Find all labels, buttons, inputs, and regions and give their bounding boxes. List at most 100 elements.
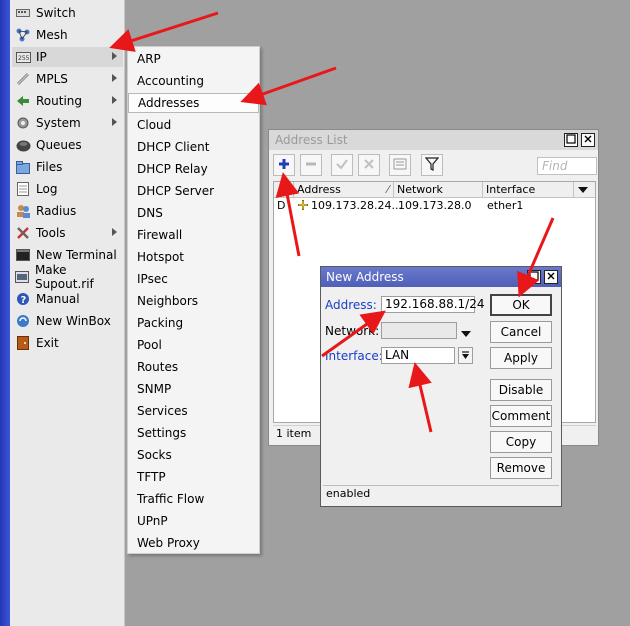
- filter-icon: [424, 156, 440, 174]
- submenu-item-hotspot[interactable]: Hotspot: [128, 247, 259, 267]
- submenu-item-routes[interactable]: Routes: [128, 357, 259, 377]
- sidebar-item-queues[interactable]: Queues: [12, 135, 123, 155]
- sidebar-item-label: IP: [36, 50, 47, 64]
- submenu-item-pool[interactable]: Pool: [128, 335, 259, 355]
- column-header-network[interactable]: Network: [394, 182, 483, 198]
- sidebar-item-label: Switch: [36, 6, 76, 20]
- address-field[interactable]: 192.168.88.1/24: [381, 296, 484, 313]
- submenu-item-label: Addresses: [138, 96, 200, 110]
- submenu-item-accounting[interactable]: Accounting: [128, 71, 259, 91]
- flag-column-header[interactable]: [274, 182, 294, 198]
- cancel-button[interactable]: Cancel: [490, 321, 552, 343]
- submenu-arrow-icon: [112, 74, 117, 82]
- dialog-title: New Address: [326, 270, 404, 284]
- disable-button[interactable]: Disable: [490, 379, 552, 401]
- sidebar-item-log[interactable]: Log: [12, 179, 123, 199]
- address-list-titlebar[interactable]: Address List: [269, 130, 598, 150]
- submenu-item-dns[interactable]: DNS: [128, 203, 259, 223]
- submenu-item-tftp[interactable]: TFTP: [128, 467, 259, 487]
- add-button[interactable]: [273, 154, 295, 176]
- submenu-item-dhcp-relay[interactable]: DHCP Relay: [128, 159, 259, 179]
- submenu-item-dhcp-client[interactable]: DHCP Client: [128, 137, 259, 157]
- submenu-item-packing[interactable]: Packing: [128, 313, 259, 333]
- submenu-item-firewall[interactable]: Firewall: [128, 225, 259, 245]
- sidebar-item-new-winbox[interactable]: New WinBox: [12, 311, 123, 331]
- new-address-titlebar[interactable]: New Address: [321, 267, 561, 287]
- close-button[interactable]: [544, 270, 558, 284]
- table-row[interactable]: D 109.173.28.24... 109.173.28.0 ether1: [274, 199, 595, 214]
- address-plus-icon: [297, 199, 309, 215]
- find-input[interactable]: Find: [537, 157, 597, 175]
- column-header-interface[interactable]: Interface: [483, 182, 574, 198]
- remove-button[interactable]: [300, 154, 322, 176]
- comment-button[interactable]: [389, 154, 411, 176]
- network-label: Network:: [325, 324, 380, 338]
- sidebar-item-make-supout[interactable]: Make Supout.rif: [12, 263, 123, 291]
- close-button[interactable]: [581, 133, 595, 147]
- sidebar-item-routing[interactable]: Routing: [12, 91, 123, 111]
- disable-button[interactable]: [358, 154, 380, 176]
- submenu-item-ipsec[interactable]: IPsec: [128, 269, 259, 289]
- maximize-button[interactable]: [564, 133, 578, 147]
- interface-dropdown-button[interactable]: [458, 347, 473, 364]
- submenu-item-addresses[interactable]: Addresses: [128, 93, 259, 113]
- sidebar-item-system[interactable]: System: [12, 113, 123, 133]
- submenu-item-socks[interactable]: Socks: [128, 445, 259, 465]
- submenu-item-arp[interactable]: ARP: [128, 49, 259, 69]
- comment-button[interactable]: Comment: [490, 405, 552, 427]
- sidebar-item-files[interactable]: Files: [12, 157, 123, 177]
- submenu-item-neighbors[interactable]: Neighbors: [128, 291, 259, 311]
- submenu-item-label: DHCP Relay: [137, 162, 208, 176]
- routing-icon: [15, 94, 31, 108]
- sidebar-item-tools[interactable]: Tools: [12, 223, 123, 243]
- sidebar-item-ip[interactable]: 255 IP: [12, 47, 123, 67]
- sidebar-item-mesh[interactable]: Mesh: [12, 25, 123, 45]
- filter-button[interactable]: [421, 154, 443, 176]
- sidebar-item-switch[interactable]: Switch: [12, 3, 123, 23]
- submenu-item-web-proxy[interactable]: Web Proxy: [128, 533, 259, 553]
- sidebar-item-label: Mesh: [36, 28, 68, 42]
- ip-icon: 255: [15, 50, 31, 64]
- row-interface: ether1: [487, 199, 524, 212]
- submenu-item-settings[interactable]: Settings: [128, 423, 259, 443]
- submenu-item-label: Cloud: [137, 118, 172, 132]
- table-header: Address ⁄ Network Interface: [274, 182, 595, 198]
- network-dropdown-icon[interactable]: [460, 327, 472, 341]
- sidebar-item-radius[interactable]: Radius: [12, 201, 123, 221]
- column-chooser[interactable]: [574, 182, 595, 198]
- network-field[interactable]: [381, 322, 457, 339]
- queues-icon: [15, 138, 31, 152]
- sidebar-item-new-terminal[interactable]: New Terminal: [12, 245, 123, 265]
- sidebar-item-mpls[interactable]: MPLS: [12, 69, 123, 89]
- submenu-item-cloud[interactable]: Cloud: [128, 115, 259, 135]
- submenu-item-label: Hotspot: [137, 250, 184, 264]
- submenu-item-label: Routes: [137, 360, 179, 374]
- sidebar-item-label: Tools: [36, 226, 66, 240]
- apply-button[interactable]: Apply: [490, 347, 552, 369]
- sidebar-item-label: New WinBox: [36, 314, 111, 328]
- remove-button[interactable]: Remove: [490, 457, 552, 479]
- sidebar-item-label: MPLS: [36, 72, 68, 86]
- submenu-item-services[interactable]: Services: [128, 401, 259, 421]
- submenu-item-dhcp-server[interactable]: DHCP Server: [128, 181, 259, 201]
- submenu-item-label: Accounting: [137, 74, 205, 88]
- column-header-address[interactable]: Address ⁄: [294, 182, 394, 198]
- manual-icon: ?: [15, 292, 31, 306]
- new-address-dialog: New Address Address: 192.168.88.1/24 Net…: [320, 266, 562, 507]
- maximize-button[interactable]: [527, 270, 541, 284]
- submenu-item-traffic-flow[interactable]: Traffic Flow: [128, 489, 259, 509]
- sidebar-item-label: Manual: [36, 292, 80, 306]
- submenu-item-label: TFTP: [137, 470, 166, 484]
- sidebar-item-exit[interactable]: Exit: [12, 333, 123, 353]
- winbox-icon: [15, 314, 31, 328]
- submenu-item-label: ARP: [137, 52, 161, 66]
- ok-button[interactable]: OK: [490, 294, 552, 316]
- submenu-item-snmp[interactable]: SNMP: [128, 379, 259, 399]
- interface-select[interactable]: LAN: [381, 347, 455, 364]
- copy-button[interactable]: Copy: [490, 431, 552, 453]
- sidebar-item-label: Queues: [36, 138, 82, 152]
- submenu-item-upnp[interactable]: UPnP: [128, 511, 259, 531]
- sidebar-item-manual[interactable]: ? Manual: [12, 289, 123, 309]
- enable-button[interactable]: [331, 154, 353, 176]
- column-label: Network: [397, 183, 443, 196]
